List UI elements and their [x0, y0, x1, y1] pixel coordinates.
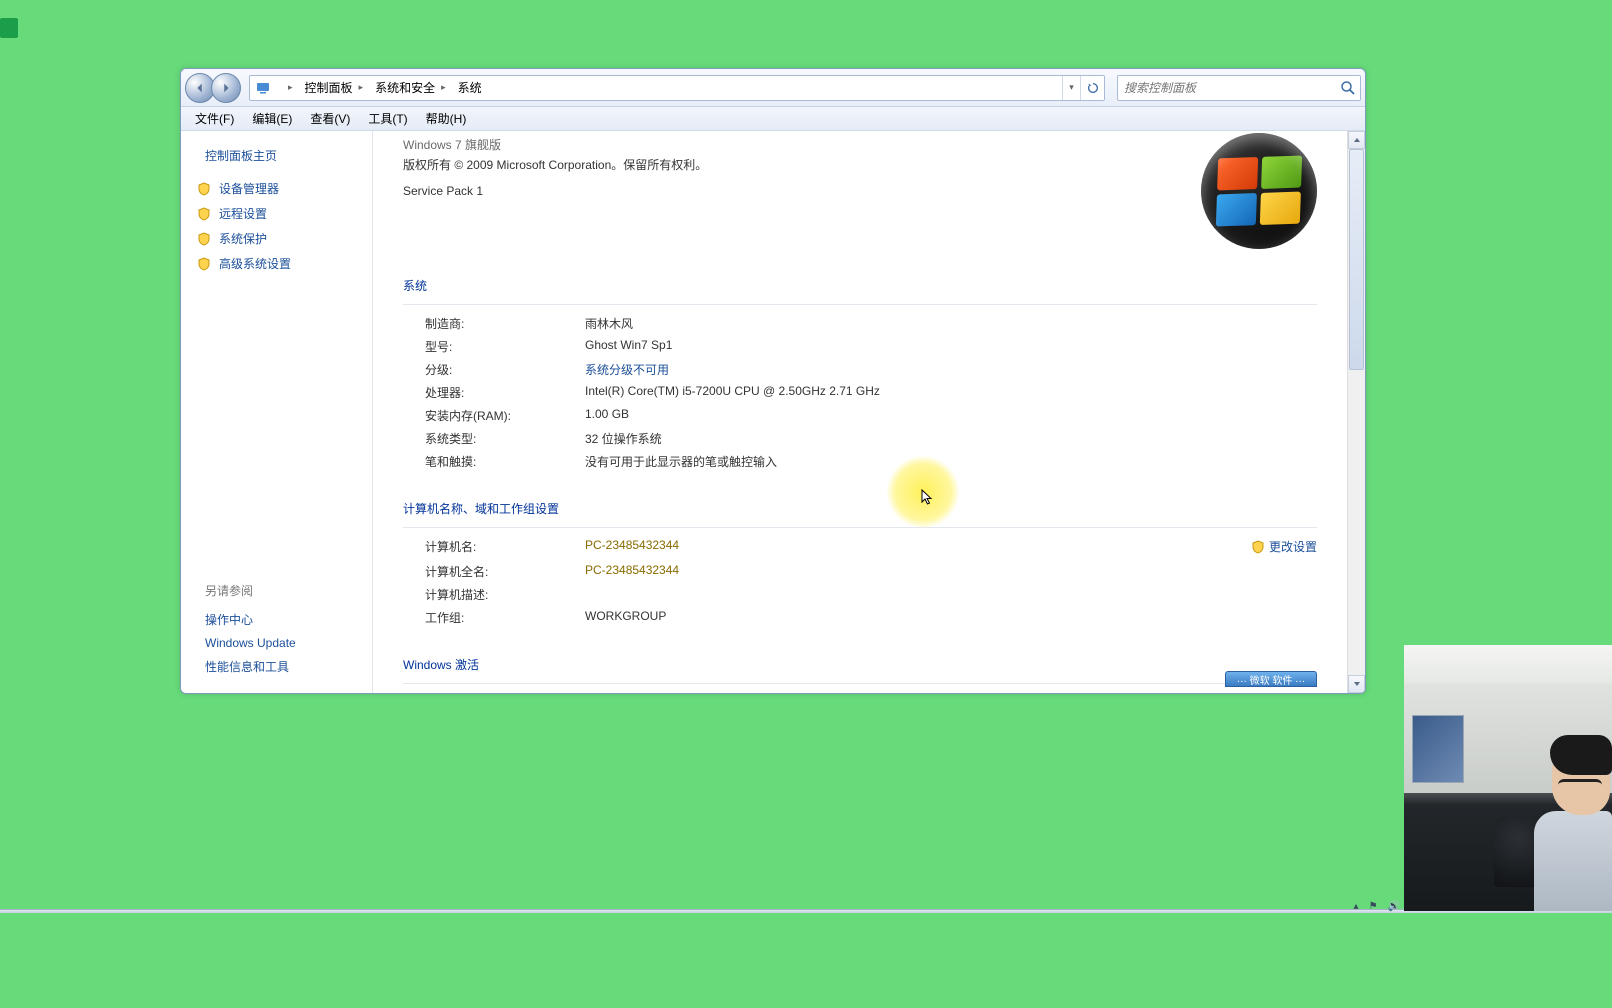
scroll-track[interactable] — [1348, 149, 1365, 675]
navigation-bar: ▸ 控制面板▸ 系统和安全▸ 系统 ▾ — [181, 69, 1365, 107]
processor-label: 处理器: — [425, 384, 585, 401]
control-panel-home-link[interactable]: 控制面板主页 — [181, 147, 372, 176]
content-area: Windows 7 旗舰版 版权所有 © 2009 Microsoft Corp… — [373, 131, 1365, 693]
computer-name-value: PC-23485432344 — [585, 538, 1251, 557]
menu-tools[interactable]: 工具(T) — [360, 108, 415, 129]
model-label: 型号: — [425, 338, 585, 355]
address-bar[interactable]: ▸ 控制面板▸ 系统和安全▸ 系统 ▾ — [249, 75, 1105, 101]
windows-logo-icon — [1201, 133, 1317, 249]
see-also-title: 另请参阅 — [205, 582, 362, 599]
desktop-widget — [0, 18, 18, 38]
link-remote-settings[interactable]: 远程设置 — [181, 201, 372, 226]
shield-icon — [197, 232, 211, 246]
menu-edit[interactable]: 编辑(E) — [244, 108, 300, 129]
system-tray[interactable]: ▴ ⚑ 🔊 — [1354, 899, 1400, 913]
shield-icon — [1251, 540, 1265, 554]
menu-bar: 文件(F) 编辑(E) 查看(V) 工具(T) 帮助(H) — [181, 107, 1365, 131]
search-icon — [1340, 80, 1356, 96]
ram-label: 安装内存(RAM): — [425, 407, 585, 424]
link-action-center[interactable]: 操作中心 — [205, 607, 362, 632]
section-computer-title: 计算机名称、域和工作组设置 — [403, 500, 1317, 517]
shield-icon — [197, 207, 211, 221]
search-input[interactable] — [1118, 76, 1360, 100]
computer-description-label: 计算机描述: — [425, 586, 585, 603]
pen-touch-label: 笔和触摸: — [425, 453, 585, 470]
rating-label: 分级: — [425, 361, 585, 378]
divider — [403, 683, 1317, 684]
computer-description-value — [585, 586, 1251, 603]
control-panel-system-window: ▸ 控制面板▸ 系统和安全▸ 系统 ▾ 文件(F) 编辑(E) 查看(V) 工具… — [180, 68, 1366, 694]
breadcrumb-control-panel[interactable]: 控制面板▸ — [299, 76, 370, 100]
forward-button[interactable] — [211, 73, 241, 103]
menu-help[interactable]: 帮助(H) — [418, 108, 475, 129]
scroll-thumb[interactable] — [1349, 149, 1364, 370]
tray-icon[interactable]: ▴ — [1354, 901, 1359, 912]
vertical-scrollbar[interactable] — [1347, 131, 1365, 693]
breadcrumb-system[interactable]: 系统 — [452, 76, 488, 100]
rating-link[interactable]: 系统分级不可用 — [585, 361, 1317, 378]
breadcrumb-system-security[interactable]: 系统和安全▸ — [369, 76, 452, 100]
change-settings-link[interactable]: 更改设置 — [1251, 538, 1317, 555]
link-label: 远程设置 — [219, 205, 267, 222]
link-label: 设备管理器 — [219, 180, 279, 197]
computer-fullname-value: PC-23485432344 — [585, 563, 1251, 580]
shield-icon — [197, 182, 211, 196]
computer-fullname-label: 计算机全名: — [425, 563, 585, 580]
tray-icon[interactable]: ⚑ — [1369, 901, 1378, 912]
processor-value: Intel(R) Core(TM) i5-7200U CPU @ 2.50GHz… — [585, 384, 1317, 401]
computer-name-label: 计算机名: — [425, 538, 585, 557]
manufacturer-label: 制造商: — [425, 315, 585, 332]
scroll-down-button[interactable] — [1348, 675, 1365, 693]
model-value: Ghost Win7 Sp1 — [585, 338, 1317, 355]
copyright-text: 版权所有 © 2009 Microsoft Corporation。保留所有权利… — [403, 155, 707, 175]
genuine-microsoft-button[interactable]: ··· 微软 软件 ··· — [1225, 671, 1317, 687]
change-settings-label: 更改设置 — [1269, 538, 1317, 555]
link-performance-info[interactable]: 性能信息和工具 — [205, 654, 362, 679]
section-activation-title: Windows 激活 — [403, 656, 1317, 673]
section-system-title: 系统 — [403, 277, 1317, 294]
link-advanced-system-settings[interactable]: 高级系统设置 — [181, 251, 372, 276]
manufacturer-value: 雨林木风 — [585, 315, 1317, 332]
system-type-label: 系统类型: — [425, 430, 585, 447]
workgroup-label: 工作组: — [425, 609, 585, 626]
pen-touch-value: 没有可用于此显示器的笔或触控输入 — [585, 453, 1317, 470]
windows-edition: Windows 7 旗舰版 — [403, 135, 707, 155]
menu-view[interactable]: 查看(V) — [302, 108, 358, 129]
divider — [403, 304, 1317, 305]
refresh-button[interactable] — [1080, 76, 1104, 100]
shield-icon — [197, 257, 211, 271]
link-label: 高级系统设置 — [219, 255, 291, 272]
ram-value: 1.00 GB — [585, 407, 1317, 424]
tray-icon[interactable]: 🔊 — [1388, 901, 1400, 912]
divider — [403, 527, 1317, 528]
computer-icon — [254, 79, 272, 97]
link-windows-update[interactable]: Windows Update — [205, 632, 362, 654]
link-label: 系统保护 — [219, 230, 267, 247]
left-pane: 控制面板主页 设备管理器 远程设置 系统保护 高级系统设置 另请参阅 操作中心 … — [181, 131, 373, 693]
system-type-value: 32 位操作系统 — [585, 430, 1317, 447]
service-pack-text: Service Pack 1 — [403, 181, 707, 201]
link-system-protection[interactable]: 系统保护 — [181, 226, 372, 251]
workgroup-value: WORKGROUP — [585, 609, 1251, 626]
link-device-manager[interactable]: 设备管理器 — [181, 176, 372, 201]
menu-file[interactable]: 文件(F) — [187, 108, 242, 129]
breadcrumb-root[interactable]: ▸ — [276, 76, 299, 100]
webcam-overlay — [1404, 645, 1612, 911]
scroll-up-button[interactable] — [1348, 131, 1365, 149]
address-dropdown[interactable]: ▾ — [1062, 76, 1080, 100]
search-box[interactable] — [1117, 75, 1361, 101]
